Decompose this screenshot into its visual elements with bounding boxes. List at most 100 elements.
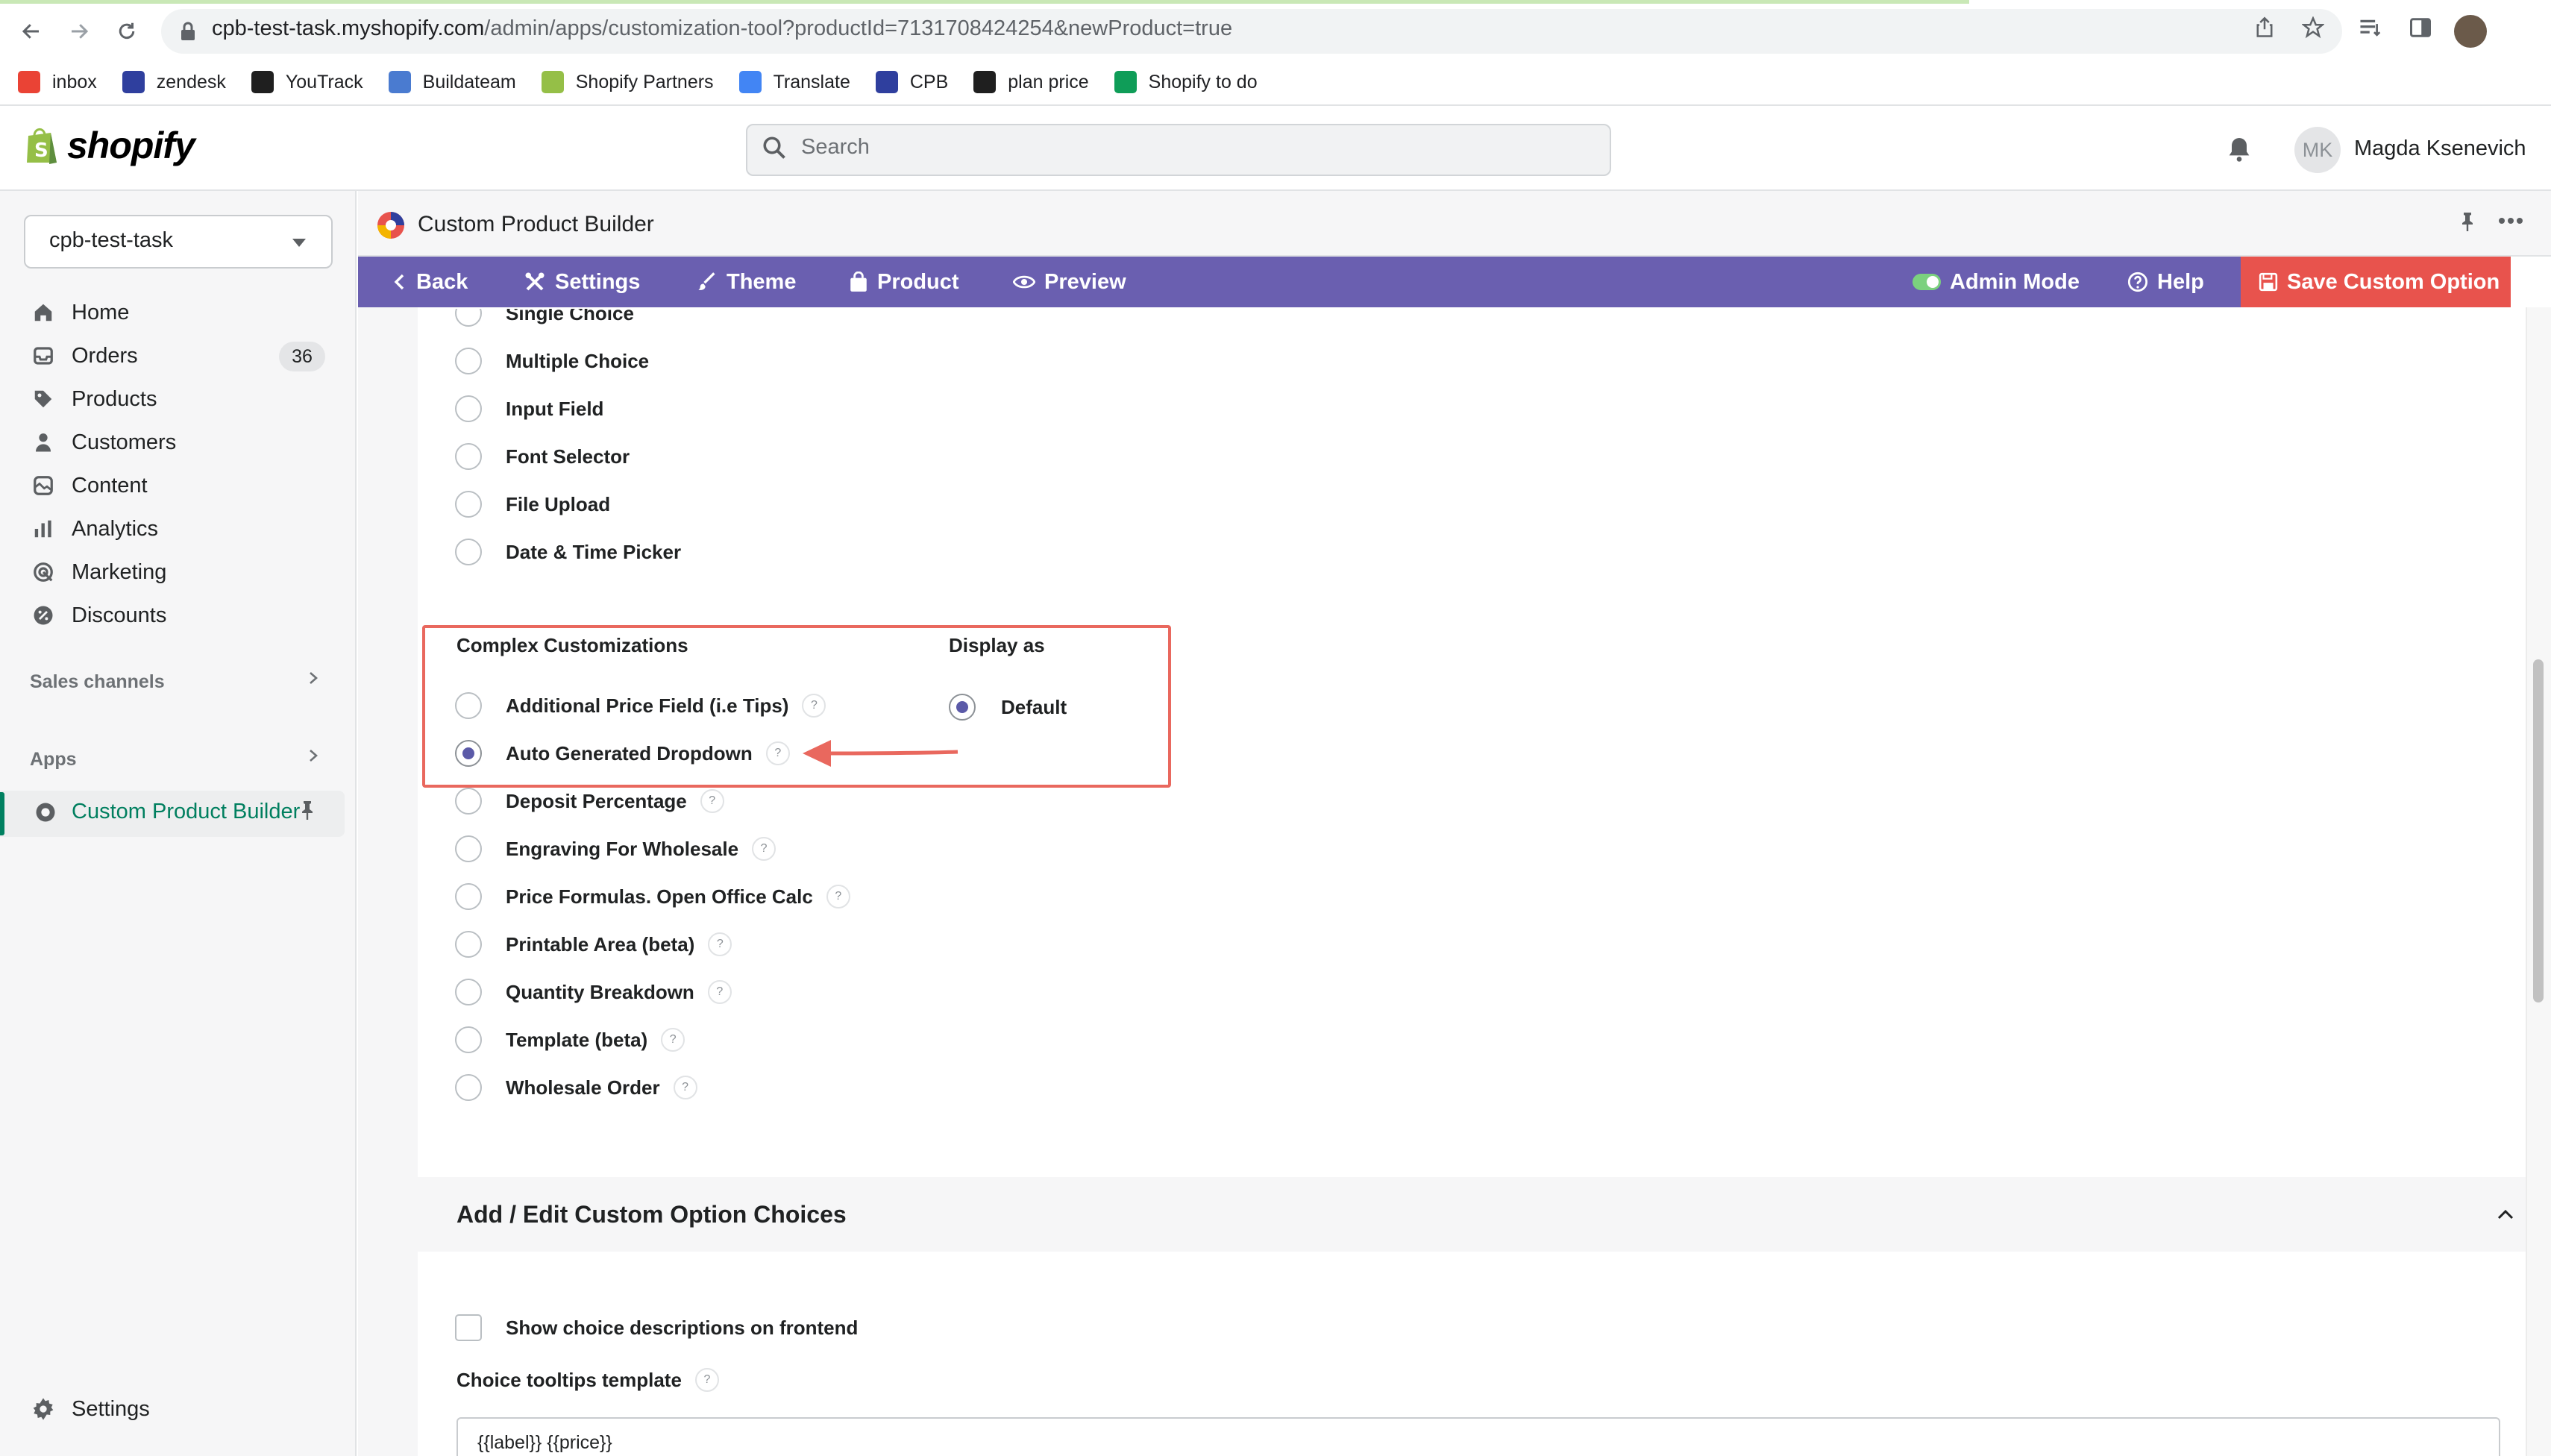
cpb-logo-icon bbox=[376, 210, 406, 240]
sidebar-item-customers[interactable]: Customers bbox=[31, 424, 176, 461]
settings-button-label: Settings bbox=[555, 269, 641, 294]
option-label: File Upload bbox=[506, 492, 611, 515]
chevron-up-icon[interactable] bbox=[2494, 1207, 2517, 1222]
help-icon[interactable]: ? bbox=[673, 1076, 697, 1099]
help-icon[interactable]: ? bbox=[661, 1028, 685, 1052]
radio-button[interactable] bbox=[455, 788, 482, 815]
search-icon bbox=[761, 134, 788, 161]
avatar[interactable]: MK bbox=[2294, 127, 2341, 173]
sidebar-item-settings[interactable]: Settings bbox=[31, 1390, 150, 1428]
chevron-right-icon[interactable] bbox=[306, 744, 321, 767]
help-icon[interactable]: ? bbox=[700, 789, 724, 813]
option-printable-area[interactable]: Printable Area (beta) ? bbox=[455, 929, 732, 959]
bookmark-plan-price[interactable]: plan price bbox=[973, 71, 1089, 93]
radio-button[interactable] bbox=[455, 931, 482, 958]
pin-icon[interactable] bbox=[2459, 210, 2476, 233]
back-arrow-icon[interactable] bbox=[13, 13, 49, 49]
gmail-icon bbox=[18, 71, 40, 93]
bookmark-shopify-partners[interactable]: Shopify Partners bbox=[541, 71, 714, 93]
preview-button[interactable]: Preview bbox=[1013, 257, 1126, 307]
help-button[interactable]: Help bbox=[2127, 257, 2204, 307]
shopify-logo[interactable]: S shopify bbox=[24, 124, 195, 167]
bookmark-translate[interactable]: Translate bbox=[738, 71, 850, 93]
radio-button[interactable] bbox=[455, 883, 482, 910]
orders-icon bbox=[31, 344, 55, 368]
save-button-content[interactable]: Save Custom Option bbox=[2259, 257, 2500, 307]
search-input[interactable] bbox=[746, 124, 1611, 176]
youtrack-icon bbox=[251, 71, 274, 93]
help-icon[interactable]: ? bbox=[826, 885, 850, 909]
help-icon[interactable]: ? bbox=[708, 932, 732, 956]
bookmark-zendesk[interactable]: zendesk bbox=[122, 71, 226, 93]
help-icon[interactable]: ? bbox=[707, 980, 732, 1004]
radio-button[interactable] bbox=[455, 539, 482, 565]
bookmarks-bar: inbox zendesk YouTrack Buildateam Shopif… bbox=[18, 67, 1258, 97]
product-button[interactable]: Product bbox=[849, 257, 959, 307]
option-multiple-choice[interactable]: Multiple Choice bbox=[455, 346, 649, 376]
option-label: Deposit Percentage bbox=[506, 789, 687, 812]
bookmark-shopify-to-do[interactable]: Shopify to do bbox=[1114, 71, 1258, 93]
radio-button[interactable] bbox=[455, 979, 482, 1005]
bookmark-inbox[interactable]: inbox bbox=[18, 71, 97, 93]
radio-button[interactable] bbox=[455, 348, 482, 374]
option-file-upload[interactable]: File Upload bbox=[455, 489, 610, 519]
option-template[interactable]: Template (beta) ? bbox=[455, 1025, 685, 1055]
shopify-bag-icon: S bbox=[27, 128, 57, 164]
bookmark-star-icon[interactable] bbox=[2302, 16, 2324, 39]
option-date-time-picker[interactable]: Date & Time Picker bbox=[455, 537, 681, 567]
product-button-label: Product bbox=[877, 269, 959, 294]
svg-text:S: S bbox=[34, 139, 48, 162]
sidebar-item-analytics[interactable]: Analytics bbox=[31, 510, 158, 547]
show-descriptions-checkbox-row[interactable]: Show choice descriptions on frontend bbox=[455, 1313, 858, 1343]
side-panel-icon[interactable] bbox=[2409, 16, 2432, 39]
bookmark-cpb[interactable]: CPB bbox=[875, 71, 948, 93]
help-icon[interactable]: ? bbox=[752, 837, 776, 861]
option-price-formulas[interactable]: Price Formulas. Open Office Calc ? bbox=[455, 882, 850, 911]
app-title: Custom Product Builder bbox=[418, 212, 654, 236]
radio-button[interactable] bbox=[455, 1074, 482, 1101]
theme-button[interactable]: Theme bbox=[697, 257, 796, 307]
sidebar-item-products[interactable]: Products bbox=[31, 380, 157, 418]
sidebar-item-discounts[interactable]: Discounts bbox=[31, 597, 166, 634]
checkbox[interactable] bbox=[455, 1314, 482, 1341]
option-font-selector[interactable]: Font Selector bbox=[455, 442, 630, 471]
bell-icon[interactable] bbox=[2224, 134, 2254, 164]
radio-button[interactable] bbox=[455, 1026, 482, 1053]
radio-button[interactable] bbox=[455, 395, 482, 422]
chevron-right-icon[interactable] bbox=[306, 667, 321, 689]
option-wholesale-order[interactable]: Wholesale Order ? bbox=[455, 1073, 697, 1102]
share-icon[interactable] bbox=[2254, 16, 2275, 39]
sidebar-item-marketing[interactable]: Marketing bbox=[31, 553, 166, 591]
bookmark-youtrack[interactable]: YouTrack bbox=[251, 71, 363, 93]
option-engraving-for-wholesale[interactable]: Engraving For Wholesale ? bbox=[455, 834, 776, 864]
sidebar-item-content[interactable]: Content bbox=[31, 467, 148, 504]
sidebar-item-home[interactable]: Home bbox=[31, 294, 129, 331]
user-name[interactable]: Magda Ksenevich bbox=[2354, 136, 2526, 161]
reload-icon[interactable] bbox=[109, 13, 145, 49]
forward-arrow-icon[interactable] bbox=[61, 13, 97, 49]
radio-button[interactable] bbox=[455, 443, 482, 470]
scrollbar-thumb[interactable] bbox=[2533, 659, 2544, 1002]
option-quantity-breakdown[interactable]: Quantity Breakdown ? bbox=[455, 977, 732, 1007]
sidebar-item-label: Marketing bbox=[72, 559, 167, 584]
sales-channels-heading[interactable]: Sales channels bbox=[30, 671, 165, 693]
more-horizontal-icon[interactable] bbox=[2497, 207, 2524, 234]
sidebar-item-orders[interactable]: Orders bbox=[31, 337, 138, 374]
tooltip-template-input[interactable] bbox=[456, 1417, 2500, 1456]
radio-button[interactable] bbox=[455, 491, 482, 518]
reading-list-icon[interactable] bbox=[2359, 16, 2382, 39]
bookmark-buildateam[interactable]: Buildateam bbox=[388, 71, 516, 93]
option-deposit-percentage[interactable]: Deposit Percentage ? bbox=[455, 786, 724, 816]
radio-button[interactable] bbox=[455, 835, 482, 862]
back-button[interactable]: Back bbox=[392, 257, 468, 307]
browser-profile-avatar[interactable] bbox=[2454, 15, 2487, 48]
option-input-field[interactable]: Input Field bbox=[455, 394, 603, 424]
toggle-switch[interactable] bbox=[1913, 274, 1941, 290]
admin-mode-toggle[interactable]: Admin Mode bbox=[1913, 257, 2080, 307]
pin-icon[interactable] bbox=[298, 800, 316, 820]
option-label: Template (beta) bbox=[506, 1028, 648, 1051]
help-icon[interactable]: ? bbox=[694, 1368, 719, 1392]
apps-heading[interactable]: Apps bbox=[30, 749, 77, 771]
url-text[interactable]: cpb-test-task.myshopify.com/admin/apps/c… bbox=[212, 16, 1232, 41]
settings-button[interactable]: Settings bbox=[524, 257, 640, 307]
